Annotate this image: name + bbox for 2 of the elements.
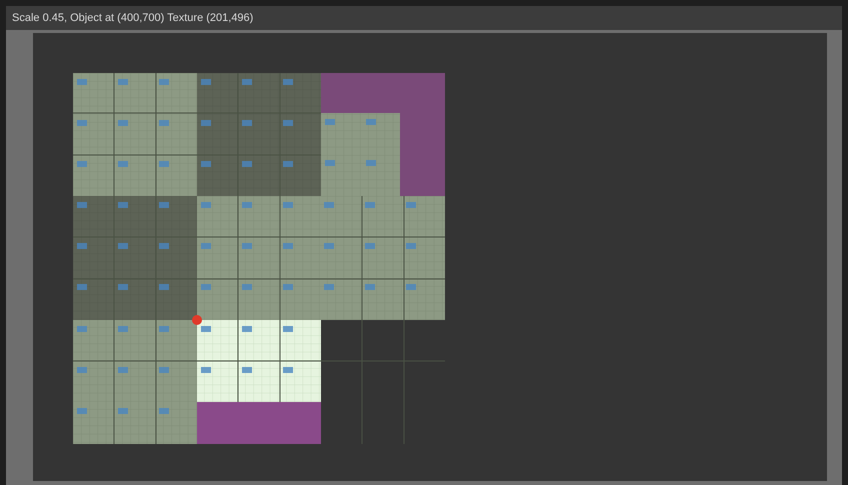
origin-marker-icon	[192, 315, 202, 325]
window-title: Scale 0.45, Object at (400,700) Texture (201,496)	[6, 6, 842, 30]
